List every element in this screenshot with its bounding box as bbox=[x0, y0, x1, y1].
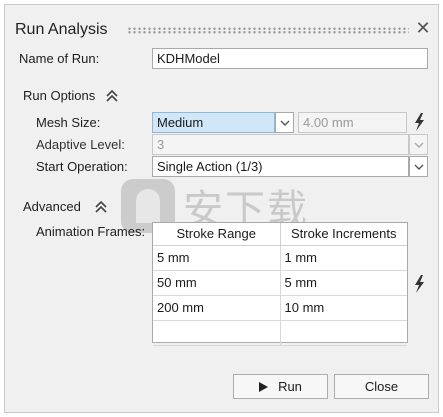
column-header[interactable]: Stroke Range bbox=[153, 223, 281, 246]
close-button-label: Close bbox=[364, 379, 399, 394]
mesh-size-mm-input[interactable]: 4.00 mm bbox=[298, 112, 407, 133]
animation-frames-label: Animation Frames: bbox=[36, 224, 146, 239]
adaptive-level-dropdown-button[interactable] bbox=[409, 134, 428, 155]
table-row[interactable]: 200 mm 10 mm bbox=[153, 295, 407, 321]
grid-cell[interactable] bbox=[280, 320, 407, 346]
run-button-label: Run bbox=[278, 379, 302, 394]
mesh-size-label: Mesh Size: bbox=[36, 115, 101, 130]
close-icon[interactable]: ✕ bbox=[414, 19, 432, 37]
double-chevron-up-icon[interactable] bbox=[105, 89, 119, 103]
start-operation-dropdown-button[interactable] bbox=[409, 156, 428, 177]
dialog-title: Run Analysis bbox=[15, 21, 108, 38]
grid-header-row: Stroke Range Stroke Increments bbox=[153, 223, 407, 246]
chevron-down-icon bbox=[280, 120, 289, 126]
adaptive-level-select[interactable]: 3 bbox=[152, 134, 409, 155]
grid-cell[interactable]: 1 mm bbox=[280, 245, 407, 271]
run-button[interactable]: Run bbox=[233, 374, 328, 399]
name-of-run-label: Name of Run: bbox=[19, 51, 100, 66]
start-operation-label: Start Operation: bbox=[36, 159, 128, 174]
chevron-down-icon bbox=[414, 164, 423, 170]
table-row[interactable]: 5 mm 1 mm bbox=[153, 245, 407, 271]
close-button[interactable]: Close bbox=[334, 374, 429, 399]
grid-cell[interactable]: 10 mm bbox=[280, 295, 407, 321]
mesh-size-dropdown-button[interactable] bbox=[275, 112, 294, 133]
mesh-size-select[interactable]: Medium bbox=[152, 112, 275, 133]
grid-cell[interactable]: 5 mm bbox=[153, 245, 281, 271]
column-header[interactable]: Stroke Increments bbox=[280, 223, 407, 246]
table-row[interactable] bbox=[153, 320, 407, 346]
grid-cell[interactable]: 5 mm bbox=[280, 270, 407, 296]
play-icon bbox=[259, 381, 269, 392]
grid-cell[interactable]: 50 mm bbox=[153, 270, 281, 296]
grid-cell[interactable] bbox=[153, 320, 281, 346]
grid-cell[interactable]: 200 mm bbox=[153, 295, 281, 321]
chevron-down-icon bbox=[414, 142, 423, 148]
drag-handle[interactable] bbox=[127, 27, 409, 34]
run-analysis-dialog: Run Analysis ✕ Name of Run: KDHModel Run… bbox=[4, 4, 439, 413]
name-of-run-input[interactable]: KDHModel bbox=[152, 48, 428, 69]
table-row[interactable]: 50 mm 5 mm bbox=[153, 270, 407, 296]
lightning-bolt-icon[interactable] bbox=[413, 275, 425, 293]
run-options-header: Run Options bbox=[23, 88, 96, 103]
animation-frames-grid[interactable]: Stroke Range Stroke Increments 5 mm 1 mm… bbox=[152, 222, 408, 346]
lightning-bolt-icon[interactable] bbox=[413, 113, 425, 131]
start-operation-select[interactable]: Single Action (1/3) bbox=[152, 156, 409, 177]
double-chevron-up-icon[interactable] bbox=[94, 200, 108, 214]
advanced-header: Advanced bbox=[23, 199, 81, 214]
adaptive-level-label: Adaptive Level: bbox=[36, 137, 125, 152]
